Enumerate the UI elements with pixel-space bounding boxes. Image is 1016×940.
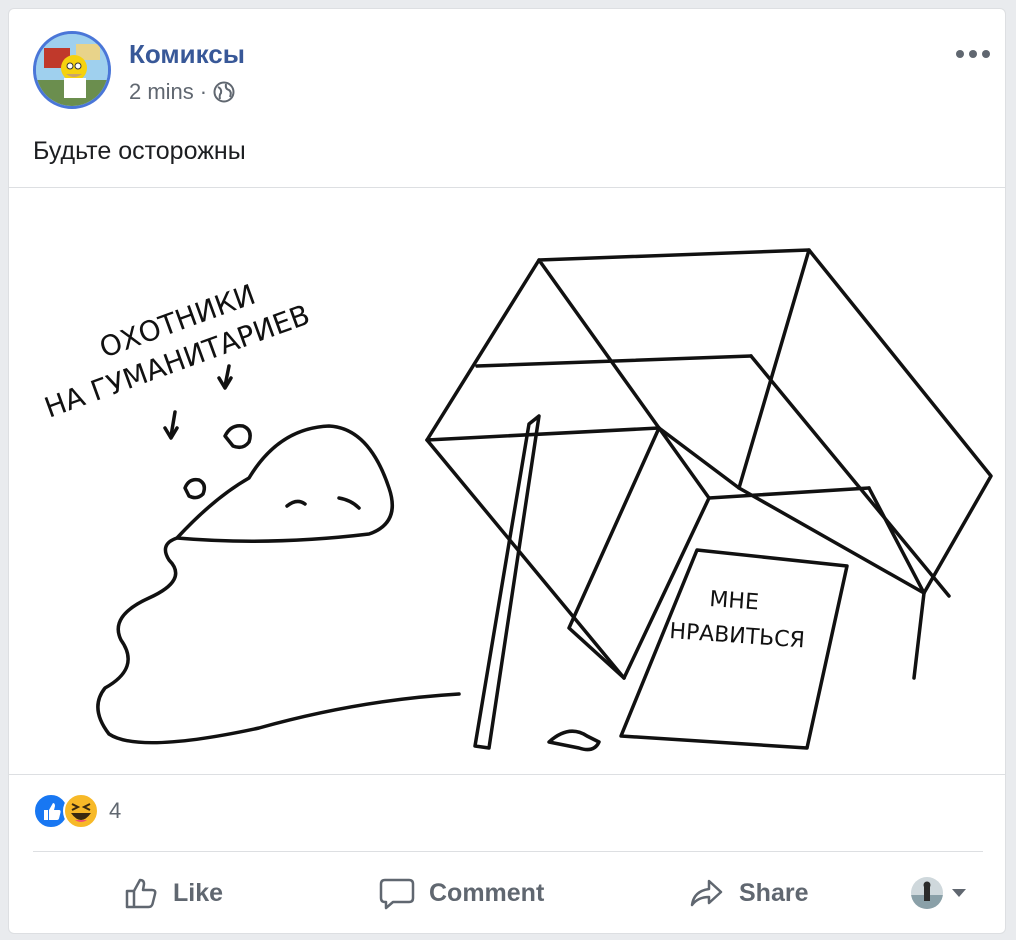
- post-image[interactable]: ОХОТНИКИ НА ГУМАНИТАРИЕВ МНЕ НРАВИТЬСЯ: [9, 187, 1005, 775]
- post-as-selector[interactable]: [911, 877, 967, 909]
- actions-divider: [33, 851, 983, 852]
- meta-separator: ·: [199, 79, 208, 104]
- page-name[interactable]: Комиксы: [129, 39, 245, 70]
- more-options-button[interactable]: [955, 33, 991, 67]
- share-icon: [690, 879, 723, 907]
- like-label: Like: [173, 878, 224, 907]
- sign-label-line2: НРАВИТЬСЯ: [669, 619, 806, 653]
- globe-icon[interactable]: [213, 81, 235, 103]
- post-text: Будьте осторожны: [33, 137, 246, 165]
- reactions-summary[interactable]: 4: [33, 793, 121, 829]
- post-card: Комиксы 2 mins · Будьте осторожны ОХОТНИ…: [8, 8, 1006, 934]
- page-avatar[interactable]: [33, 31, 111, 109]
- chevron-down-icon: [952, 889, 966, 897]
- comment-label: Comment: [429, 878, 545, 907]
- post-time[interactable]: 2 mins: [129, 79, 194, 105]
- comment-icon: [379, 878, 415, 910]
- comment-button[interactable]: Comment: [379, 871, 544, 915]
- comic-drawing: ОХОТНИКИ НА ГУМАНИТАРИЕВ МНЕ НРАВИТЬСЯ: [40, 248, 993, 752]
- thumbs-up-icon: [125, 878, 157, 909]
- share-label: Share: [739, 878, 809, 907]
- more-icon: [956, 50, 990, 58]
- viewer-avatar: [911, 877, 943, 909]
- like-button[interactable]: Like: [123, 871, 223, 915]
- avatar-image: [36, 34, 108, 106]
- sign-label-line1: МНЕ: [709, 587, 760, 615]
- post-meta: 2 mins ·: [129, 79, 235, 105]
- haha-reaction-icon: [63, 793, 99, 829]
- share-button[interactable]: Share: [689, 871, 808, 915]
- reaction-count: 4: [109, 798, 122, 823]
